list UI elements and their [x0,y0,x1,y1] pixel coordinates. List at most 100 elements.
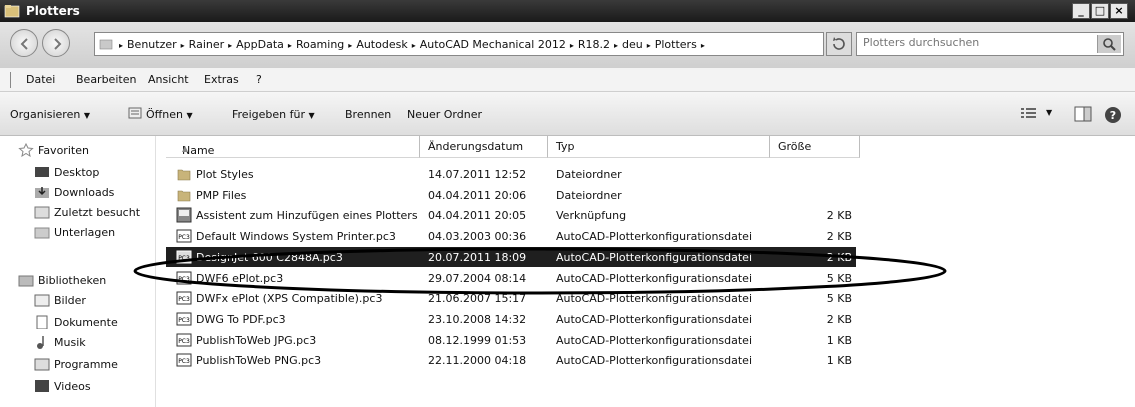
nav-pictures-label: Bilder [54,294,86,307]
nav-documents-label: Dokumente [54,316,118,329]
open-button[interactable]: Öffnen ▼ [146,108,193,121]
minimize-button[interactable]: _ [1072,3,1090,19]
forward-button[interactable] [42,29,70,57]
file-row[interactable]: PC3 DWF6 ePlot.pc3 29.07.2004 08:14 AutoCAD… [166,268,856,288]
file-date: 20.07.2011 18:09 [428,250,527,264]
breadcrumb-item[interactable]: AutoCAD Mechanical 2012 [420,38,566,51]
svg-text:PC3: PC3 [178,338,190,345]
preview-pane-icon[interactable] [1074,106,1092,122]
column-type-label: Typ [556,140,575,153]
back-button[interactable] [10,29,38,57]
menu-datei[interactable]: Datei [26,73,55,86]
file-size: 2 KB [826,312,852,326]
menu-extras[interactable]: Extras [204,73,239,86]
file-row[interactable]: Plot Styles 14.07.2011 12:52 Dateiordner [166,164,856,184]
file-size: 1 KB [826,354,852,368]
nav-recent-label: Zuletzt besucht [54,206,141,219]
breadcrumb-separator-icon[interactable]: ▸ [614,41,618,50]
file-row[interactable]: PC3 PublishToWeb PNG.pc3 22.11.2000 04:18 A… [166,350,856,370]
desktop-icon [35,167,49,177]
nav-music-label: Musik [54,336,86,349]
share-button[interactable]: Freigeben für ▼ [232,108,315,121]
programs-icon [34,358,50,371]
file-type: Verknüpfung [556,209,627,223]
breadcrumb-separator-icon[interactable]: ▸ [288,41,292,50]
file-type: AutoCAD-Plotterkonfigurationsdatei [556,292,753,306]
breadcrumb-item[interactable]: AppData [236,38,284,51]
nav-programs-label: Programme [54,358,118,371]
nav-favorites-label: Favoriten [38,144,89,157]
nav-unterlagen-label: Unterlagen [54,226,116,239]
folder-icon [4,5,20,18]
file-row[interactable]: PC3 DWFx ePlot (XPS Compatible).pc3 21.06.… [166,288,856,308]
pc3-file-icon: PC3 [176,228,192,244]
nav-videos-label: Videos [54,380,91,393]
menu-bearbeiten[interactable]: Bearbeiten [76,73,136,86]
pictures-icon [34,294,50,307]
file-size: 2 KB [826,250,852,264]
sort-ascending-icon: ▲ [182,144,189,153]
videos-icon [35,380,49,392]
file-name: DWFx ePlot (XPS Compatible).pc3 [196,292,383,306]
maximize-button[interactable]: □ [1091,3,1109,19]
chevron-down-icon[interactable]: ▼ [1046,108,1052,117]
arrow-right-icon [54,38,62,50]
column-header-size[interactable]: Größe [770,136,860,158]
column-header-date[interactable]: Änderungsdatum [420,136,548,158]
folder-icon [99,39,113,50]
new-folder-button[interactable]: Neuer Ordner [407,108,482,121]
breadcrumb-item[interactable]: Roaming [296,38,344,51]
breadcrumb-item[interactable]: Rainer [189,38,224,51]
folder-icon [34,227,50,239]
help-icon[interactable]: ? [1104,106,1122,124]
file-row[interactable]: PC3 DesignJet 600 C2848A.pc3 20.07.2011 18… [166,246,856,267]
breadcrumb-item[interactable]: Plotters [655,38,697,51]
pc3-file-icon: PC3 [176,352,192,368]
breadcrumb-item[interactable]: Autodesk [356,38,407,51]
column-date-label: Änderungsdatum [428,140,524,153]
address-bar[interactable]: ▸ Benutzer ▸ Rainer ▸ AppData ▸ Roaming ▸ Autodes… [94,32,896,56]
menu-help[interactable]: ? [256,73,262,86]
search-box[interactable] [856,32,1124,56]
breadcrumb-separator-icon[interactable]: ▸ [228,41,232,50]
breadcrumb-separator-icon[interactable]: ▸ [570,41,574,50]
svg-text:PC3: PC3 [178,358,190,365]
close-button[interactable]: × [1110,3,1128,19]
menu-ansicht[interactable]: Ansicht [148,73,189,86]
pc3-file-icon: PC3 [176,270,192,286]
refresh-icon [833,37,845,50]
breadcrumb-item[interactable]: R18.2 [578,38,610,51]
burn-button[interactable]: Brennen [345,108,391,121]
breadcrumb-separator-icon[interactable]: ▸ [181,41,185,50]
breadcrumb-separator-icon[interactable]: ▸ [701,41,705,50]
file-row[interactable]: PC3 Default Windows System Printer.pc3 04.… [166,226,856,246]
organize-button[interactable]: Organisieren ▼ [10,108,90,121]
breadcrumb-separator-icon[interactable]: ▸ [119,41,123,50]
column-header-name[interactable]: Name ▲ [166,136,420,158]
column-header-type[interactable]: Typ [548,136,770,158]
title-bar[interactable]: Plotters _ □ × [0,0,1135,22]
nav-downloads-label: Downloads [54,186,115,199]
refresh-button[interactable] [826,32,852,56]
search-input[interactable] [863,36,1083,49]
file-row[interactable]: PC3 DWG To PDF.pc3 23.10.2008 14:32 AutoCAD… [166,309,856,329]
wizard-shortcut-icon [176,207,192,223]
file-date: 23.10.2008 14:32 [428,312,527,326]
chevron-down-icon: ▼ [83,111,90,120]
breadcrumb-separator-icon[interactable]: ▸ [348,41,352,50]
breadcrumb-separator-icon[interactable]: ▸ [647,41,651,50]
breadcrumb-item[interactable]: Benutzer [127,38,177,51]
file-type: Dateiordner [556,168,622,181]
arrow-left-icon [20,38,28,50]
file-row[interactable]: PMP Files 04.04.2011 20:06 Dateiordner [166,185,856,205]
view-options-icon[interactable] [1020,106,1038,120]
file-row[interactable]: Assistent zum Hinzufügen eines Plotters 0… [166,205,856,225]
breadcrumb-separator-icon[interactable]: ▸ [412,41,416,50]
svg-text:PC3: PC3 [178,296,190,303]
search-icon[interactable] [1097,35,1121,53]
nav-desktop-label: Desktop [54,166,100,179]
file-type: AutoCAD-Plotterkonfigurationsdatei [556,230,753,244]
open-label: Öffnen [146,108,183,121]
breadcrumb-item[interactable]: deu [622,38,643,51]
file-row[interactable]: PC3 PublishToWeb JPG.pc3 08.12.1999 01:53 A… [166,330,856,350]
